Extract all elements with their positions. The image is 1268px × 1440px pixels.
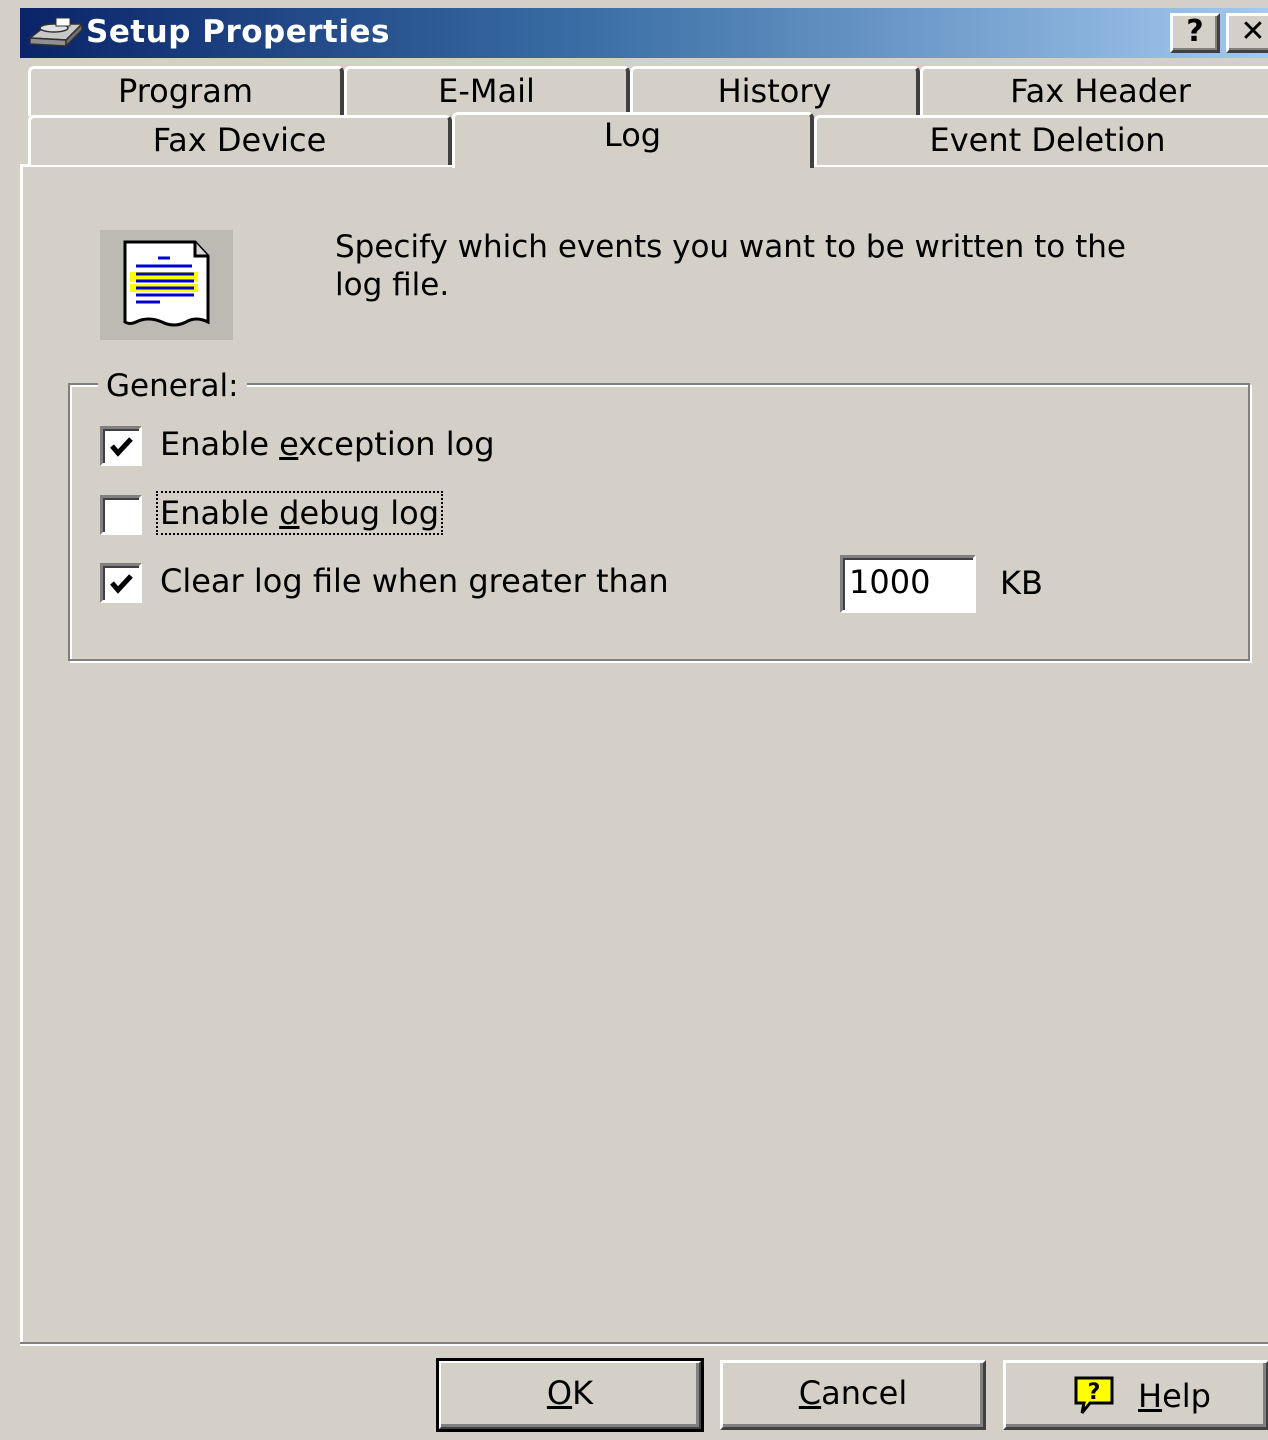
debug-log-label[interactable]: Enable debug log bbox=[155, 491, 444, 535]
setup-properties-window: Setup Properties ? ✕ Program E-Mail Hist… bbox=[0, 0, 1268, 1440]
tab-page-log bbox=[20, 164, 1268, 1344]
tab-log[interactable]: Log bbox=[452, 112, 814, 168]
checkmark-icon bbox=[110, 574, 133, 594]
svg-text:?: ? bbox=[1088, 1380, 1101, 1405]
log-size-unit: KB bbox=[1000, 564, 1043, 602]
close-button[interactable]: ✕ bbox=[1226, 13, 1268, 53]
title-bar[interactable]: Setup Properties ? ✕ bbox=[20, 8, 1268, 58]
help-balloon-icon: ? bbox=[1074, 1376, 1114, 1414]
tab-program[interactable]: Program bbox=[28, 66, 344, 116]
group-label-general: General: bbox=[98, 367, 247, 405]
help-button[interactable]: ? Help bbox=[1003, 1360, 1268, 1430]
log-document-icon bbox=[100, 230, 233, 340]
fax-machine-icon bbox=[27, 17, 84, 48]
ok-button[interactable]: OK bbox=[436, 1358, 704, 1432]
tab-event-deletion[interactable]: Event Deletion bbox=[814, 115, 1268, 165]
clear-log-label[interactable]: Clear log file when greater than bbox=[160, 561, 669, 601]
context-help-button[interactable]: ? bbox=[1170, 13, 1220, 53]
exception-log-checkbox[interactable] bbox=[100, 426, 142, 466]
checkmark-icon bbox=[110, 437, 133, 457]
log-size-input[interactable]: 1000 bbox=[840, 555, 976, 613]
debug-log-checkbox[interactable] bbox=[100, 495, 142, 535]
button-separator bbox=[20, 1342, 1268, 1346]
page-description: Specify which events you want to be writ… bbox=[335, 229, 1126, 303]
cancel-button[interactable]: Cancel bbox=[720, 1360, 986, 1430]
tab-email[interactable]: E-Mail bbox=[344, 66, 630, 116]
clear-log-checkbox[interactable] bbox=[100, 563, 142, 603]
exception-log-label[interactable]: Enable exception log bbox=[160, 424, 495, 464]
tab-fax-device[interactable]: Fax Device bbox=[28, 115, 452, 165]
close-icon: ✕ bbox=[1240, 14, 1266, 49]
window-title: Setup Properties bbox=[86, 14, 390, 50]
tab-fax-header[interactable]: Fax Header bbox=[920, 66, 1268, 116]
tab-history[interactable]: History bbox=[630, 66, 920, 116]
